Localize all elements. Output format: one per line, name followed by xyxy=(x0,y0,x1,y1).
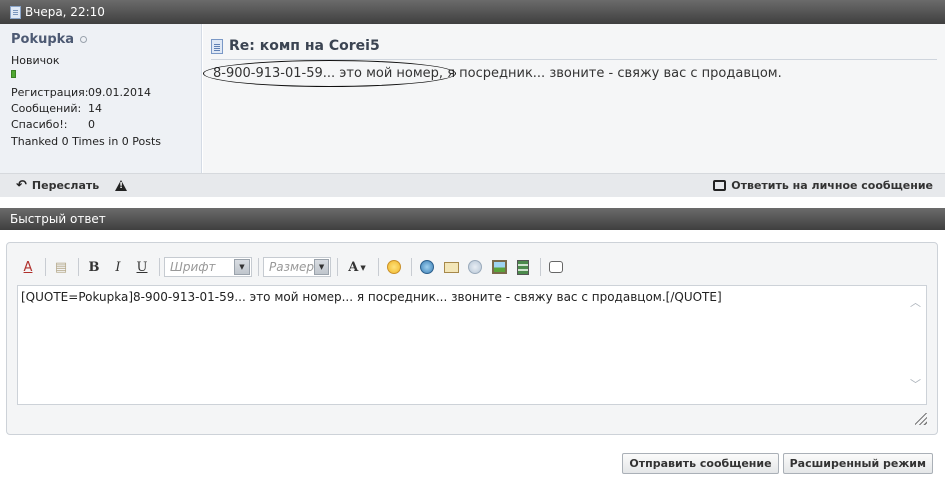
post-date: Вчера, 22:10 xyxy=(25,5,105,19)
editor-text: [QUOTE=Pokupka]8-900-913-01-59... это мо… xyxy=(21,290,722,304)
forward-arrow-icon: ↶ xyxy=(16,178,27,193)
scroll-up-icon[interactable]: ︿ xyxy=(910,294,921,310)
italic-icon[interactable]: I xyxy=(107,256,129,278)
toolbar-separator xyxy=(337,258,338,276)
scroll-down-icon[interactable]: ﹀ xyxy=(910,376,921,392)
post-title: Re: комп на Corei5 xyxy=(229,38,380,54)
unlink-icon[interactable] xyxy=(464,256,486,278)
size-select[interactable]: Размер ▼ xyxy=(263,257,331,277)
report-warning-icon[interactable] xyxy=(115,180,128,191)
insert-link-icon[interactable] xyxy=(416,256,438,278)
post-header: Вчера, 22:10 xyxy=(0,0,945,24)
post-title-row: Re: комп на Corei5 xyxy=(211,38,937,54)
hand-drawn-ellipse xyxy=(203,60,456,87)
advanced-mode-button[interactable]: Расширенный режим xyxy=(782,453,933,474)
insert-image-icon[interactable] xyxy=(488,256,510,278)
quick-reply-box: A ▤ B I U Шрифт ▼ Размер ▼ A ▼ [QUOTE=Pok… xyxy=(6,242,938,435)
insert-video-icon[interactable] xyxy=(512,256,534,278)
submit-reply-button[interactable]: Отправить сообщение xyxy=(622,453,779,474)
forward-button[interactable]: ↶ Переслать xyxy=(16,178,99,193)
toolbar-separator xyxy=(540,258,541,276)
quick-reply-buttons: Отправить сообщение Расширенный режим xyxy=(622,453,933,474)
chevron-down-icon: ▼ xyxy=(314,259,329,275)
remove-format-icon[interactable]: A xyxy=(17,256,39,278)
toolbar-separator xyxy=(159,258,160,276)
speech-bubble-icon xyxy=(713,180,727,191)
toolbar-separator xyxy=(45,258,46,276)
chevron-down-icon: ▼ xyxy=(234,259,250,275)
bold-icon[interactable]: B xyxy=(83,256,105,278)
quick-reply-title: Быстрый ответ xyxy=(10,212,106,226)
circled-phone-number: 8-900-913-01-59... это мой номер, xyxy=(203,60,456,87)
reply-private-message-button[interactable]: Ответить на личное сообщение xyxy=(713,179,933,192)
toolbar-separator xyxy=(78,258,79,276)
reputation-icon xyxy=(11,70,16,78)
post-date-document-icon xyxy=(10,5,21,19)
toolbar-separator xyxy=(411,258,412,276)
stat-registration: Регистрация: 09.01.2014 xyxy=(11,86,151,99)
paste-icon[interactable]: ▤ xyxy=(50,256,72,278)
resize-handle-icon[interactable] xyxy=(915,413,927,425)
toolbar-separator xyxy=(258,258,259,276)
underline-icon[interactable]: U xyxy=(131,256,153,278)
quick-reply-editor[interactable]: [QUOTE=Pokupka]8-900-913-01-59... это мо… xyxy=(17,285,927,405)
editor-scrollbar[interactable]: ︿ ﹀ xyxy=(908,288,923,402)
editor-toolbar: A ▤ B I U Шрифт ▼ Размер ▼ A ▼ xyxy=(17,254,569,280)
stat-thanks: Спасибо!: 0 xyxy=(11,118,95,131)
smiley-icon[interactable] xyxy=(383,256,405,278)
post-document-icon xyxy=(211,38,223,54)
thanked-summary: Thanked 0 Times in 0 Posts xyxy=(11,135,162,148)
post-body: Re: комп на Corei5 8-900-913-01-59... эт… xyxy=(203,24,945,173)
font-select[interactable]: Шрифт ▼ xyxy=(164,257,252,277)
insert-quote-icon[interactable] xyxy=(545,256,567,278)
user-info-panel: Pokupka Новичок Регистрация: 09.01.2014 … xyxy=(0,24,202,173)
post-message-rest: я посредник... звоните - свяжу вас с про… xyxy=(447,66,782,81)
stat-posts: Сообщений: 14 xyxy=(11,102,102,115)
post-message: 8-900-913-01-59... это мой номер, я поср… xyxy=(203,60,937,87)
username-row: Pokupka xyxy=(11,32,190,47)
toolbar-separator xyxy=(378,258,379,276)
insert-email-icon[interactable] xyxy=(440,256,462,278)
post-action-bar: ↶ Переслать Ответить на личное сообщение xyxy=(0,173,945,197)
quick-reply-header: Быстрый ответ xyxy=(0,208,945,230)
offline-status-icon xyxy=(80,36,88,43)
text-color-icon[interactable]: A ▼ xyxy=(342,256,372,278)
user-title: Новичок xyxy=(11,54,60,67)
username-link[interactable]: Pokupka xyxy=(11,32,74,47)
